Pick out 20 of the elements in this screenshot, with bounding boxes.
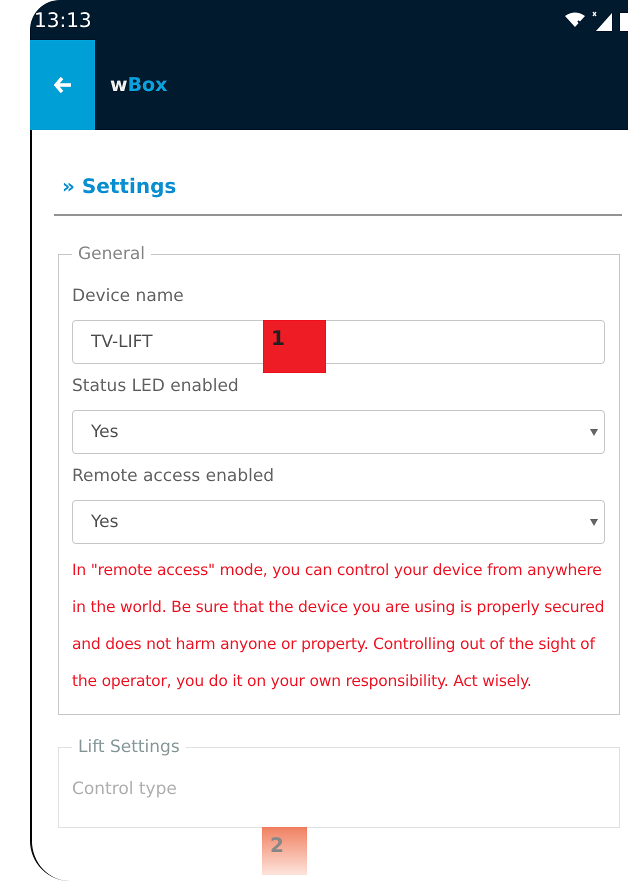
signal-icon [592,9,614,31]
field-label: Status LED enabled [72,376,240,396]
app-title: wBox [110,74,168,96]
caret-icon [590,428,598,436]
field-label: Control type [72,779,178,799]
field-label: Remote access enabled [72,466,276,486]
back-arrow-icon [54,77,72,93]
field-label: Device name [72,286,185,306]
caret-icon [590,518,598,526]
page-heading: » Settings [61,173,178,200]
warning-text: In "remote access" mode, you can control your device from anywhere in the world. Be sure that the device you are using is properly secured and does not harm anyone or property. Controlling out of the sight of the operator, you do it on your own responsibility. Act wisely. [72,560,605,692]
wifi-off-icon [564,12,586,28]
status-time: 13:13 [34,8,92,32]
section-legend: General [72,244,151,264]
dropdown[interactable]: Yes [72,410,605,454]
back-button[interactable] [30,40,95,130]
section-legend: Lift Settings [72,737,186,757]
dropdown[interactable]: Yes [72,500,605,544]
number-marker: 1 [263,320,326,373]
number-marker: 2 [262,827,307,875]
